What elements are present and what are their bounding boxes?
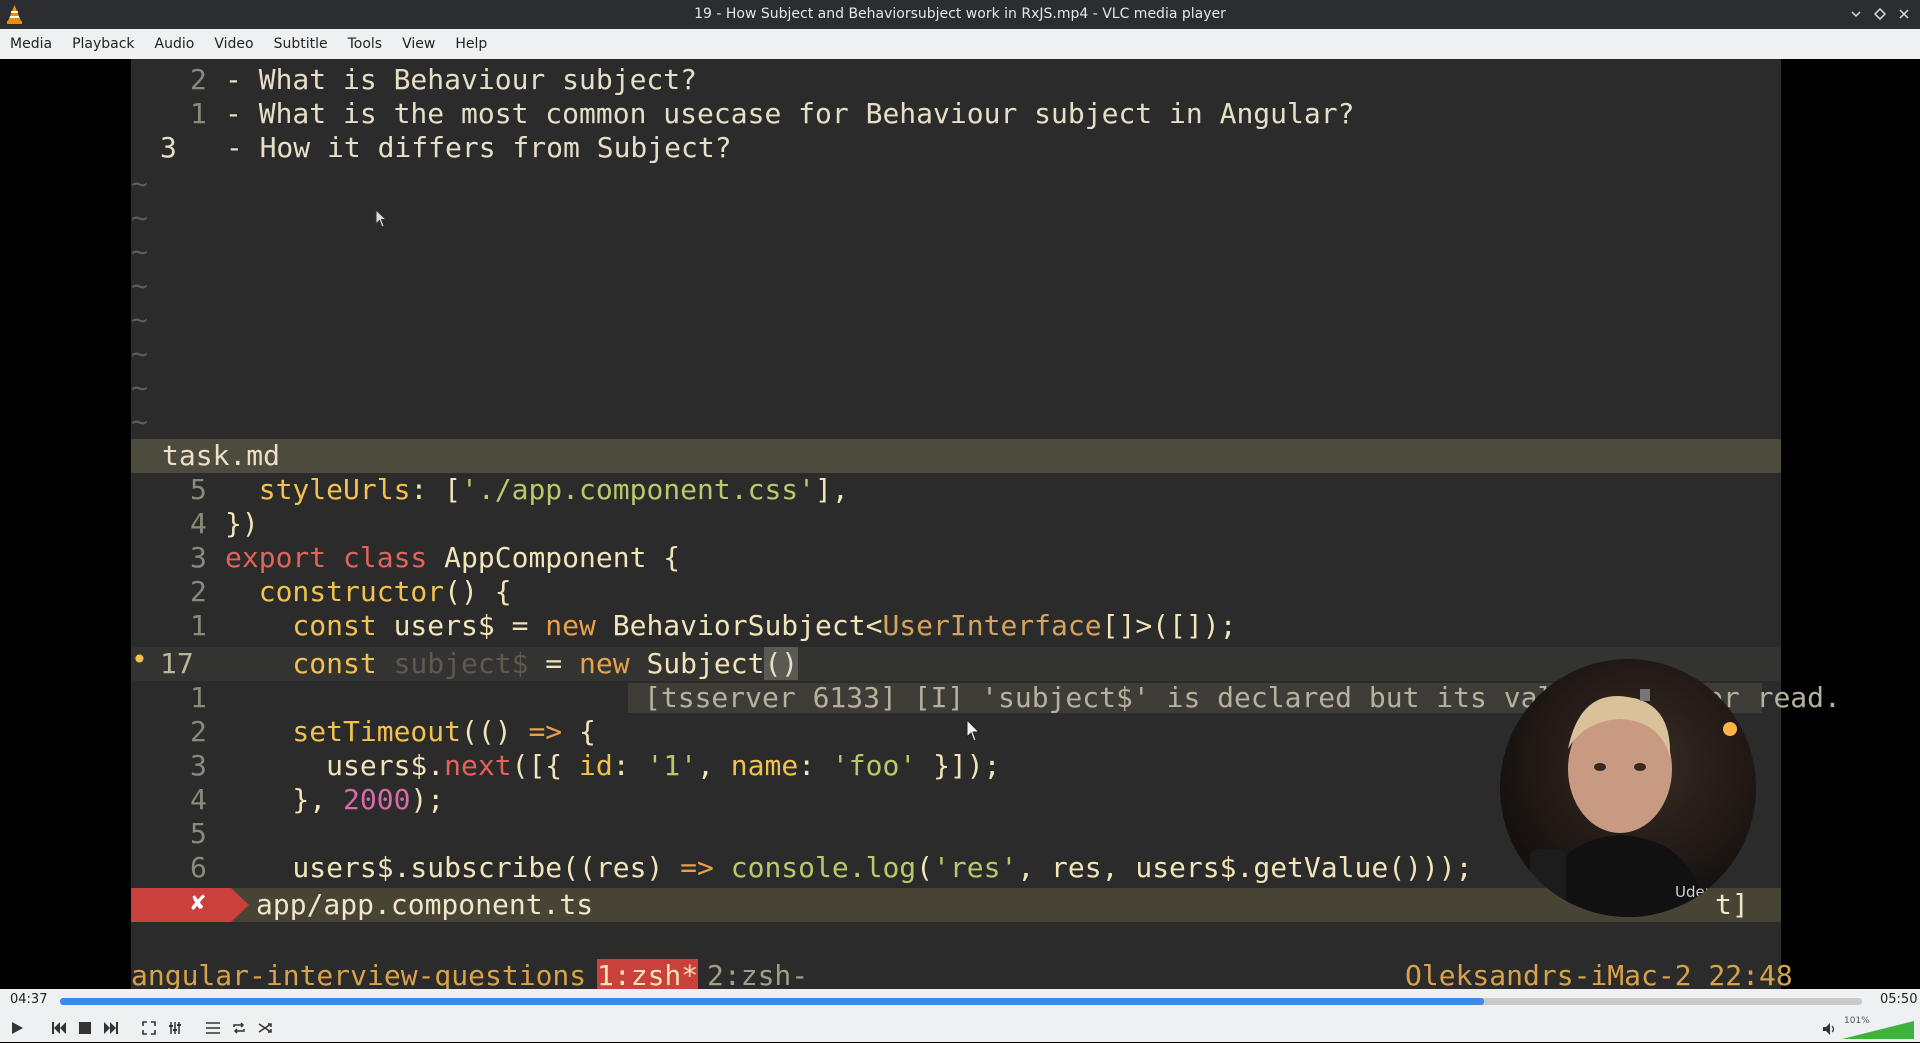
- elapsed-time: 04:37: [10, 992, 48, 1007]
- loop-icon: [233, 1022, 245, 1034]
- line-number: 1: [190, 681, 207, 714]
- line-number: 4: [190, 783, 207, 816]
- line-number: 5: [190, 817, 207, 850]
- close-icon[interactable]: [1894, 4, 1914, 24]
- total-time: 05:50: [1880, 992, 1918, 1007]
- code-line: users$.next([{ id: '1', name: 'foo' }]);: [225, 749, 1001, 782]
- markdown-line: - What is Behaviour subject?: [225, 63, 698, 96]
- code-line: setTimeout(() => {: [225, 715, 596, 748]
- extended-settings-button[interactable]: [164, 1017, 186, 1039]
- line-number: 5: [190, 473, 207, 506]
- volume-label: 101%: [1844, 1016, 1870, 1026]
- line-number: 3: [160, 131, 177, 164]
- menu-subtitle[interactable]: Subtitle: [264, 36, 338, 52]
- mouse-cursor-icon: [966, 719, 981, 742]
- next-icon: [104, 1022, 118, 1034]
- top-status-line: task.md: [131, 439, 1781, 473]
- error-icon: ✘: [191, 888, 206, 916]
- menu-playback[interactable]: Playback: [62, 36, 144, 52]
- playlist-button[interactable]: [202, 1017, 224, 1039]
- menu-video[interactable]: Video: [204, 36, 263, 52]
- menu-view[interactable]: View: [392, 36, 445, 52]
- status-filename: task.md: [162, 439, 281, 472]
- menu-audio[interactable]: Audio: [145, 36, 205, 52]
- line-number: 3: [190, 749, 207, 782]
- line-number: 1: [190, 609, 207, 642]
- tmux-host-time: Oleksandrs-iMac-2 22:48: [1405, 959, 1793, 989]
- line-number: 6: [190, 851, 207, 884]
- udemy-watermark: Udemy: [1675, 883, 1729, 901]
- tmux-window-active[interactable]: 1:zsh*: [597, 959, 699, 989]
- line-number-current: 17: [160, 647, 194, 680]
- maximize-icon[interactable]: [1870, 4, 1890, 24]
- menu-help[interactable]: Help: [445, 36, 497, 52]
- play-button[interactable]: [6, 1017, 28, 1039]
- play-icon: [12, 1022, 23, 1034]
- speaker-icon[interactable]: [1822, 1022, 1838, 1036]
- powerline-arrow-icon: [231, 888, 249, 922]
- markdown-line: - What is the most common usecase for Be…: [225, 97, 1355, 130]
- previous-icon: [52, 1022, 66, 1034]
- markdown-line: - How it differs from Subject?: [209, 131, 732, 164]
- minimize-icon[interactable]: [1846, 4, 1866, 24]
- volume-slider[interactable]: 101%: [1842, 1016, 1914, 1039]
- equalizer-icon: [169, 1022, 181, 1034]
- error-badge: ✘: [131, 888, 231, 922]
- changed-line-marker: •: [131, 643, 148, 676]
- loop-button[interactable]: [228, 1017, 250, 1039]
- code-line: constructor() {: [225, 575, 512, 608]
- instructor-avatar: [1530, 689, 1737, 917]
- stop-icon: [79, 1022, 91, 1034]
- menu-bar: Media Playback Audio Video Subtitle Tool…: [0, 29, 1920, 59]
- code-line: users$.subscribe((res) => console.log('r…: [225, 851, 1473, 884]
- code-line: const users$ = new BehaviorSubject<UserI…: [225, 609, 1237, 642]
- shuffle-button[interactable]: [254, 1017, 276, 1039]
- menu-tools[interactable]: Tools: [338, 36, 393, 52]
- menu-media[interactable]: Media: [0, 36, 62, 52]
- fullscreen-icon: [142, 1021, 156, 1035]
- line-number: 2: [190, 715, 207, 748]
- code-line: }, 2000);: [225, 783, 445, 816]
- line-number: 2: [190, 63, 207, 96]
- status-filename: app/app.component.ts: [256, 888, 594, 921]
- code-line: export class AppComponent {: [225, 541, 681, 574]
- line-number: 3: [190, 541, 207, 574]
- window-title: 19 - How Subject and Behaviorsubject wor…: [694, 6, 1226, 22]
- line-number: 2: [190, 575, 207, 608]
- shuffle-icon: [258, 1023, 272, 1033]
- player-controls: 04:37 05:50 101%: [0, 989, 1920, 1042]
- instructor-webcam: Udemy: [1500, 659, 1756, 917]
- stop-button[interactable]: [74, 1017, 96, 1039]
- tmux-session: angular-interview-questions §: [131, 959, 620, 989]
- previous-button[interactable]: [48, 1017, 70, 1039]
- seek-bar[interactable]: [60, 998, 1862, 1005]
- tmux-status-bar: angular-interview-questions § 1:zsh* 2:z…: [131, 959, 1793, 989]
- tmux-window[interactable]: 2:zsh-: [707, 959, 808, 989]
- code-line: }): [225, 507, 259, 540]
- line-number: 4: [190, 507, 207, 540]
- code-line-current: const subject$ = new Subject(): [225, 647, 799, 680]
- video-area[interactable]: 2 - What is Behaviour subject? 1 - What …: [0, 59, 1920, 989]
- code-line: styleUrls: ['./app.component.css'],: [225, 473, 849, 506]
- fullscreen-button[interactable]: [138, 1017, 160, 1039]
- seek-bar-fill: [60, 998, 1484, 1005]
- playlist-icon: [206, 1022, 220, 1034]
- next-button[interactable]: [100, 1017, 122, 1039]
- window-titlebar: 19 - How Subject and Behaviorsubject wor…: [0, 0, 1920, 29]
- line-number: 1: [190, 97, 207, 130]
- mouse-cursor-icon: [375, 209, 388, 228]
- bottom-status-line: ✘ app/app.component.ts t]: [131, 888, 1781, 922]
